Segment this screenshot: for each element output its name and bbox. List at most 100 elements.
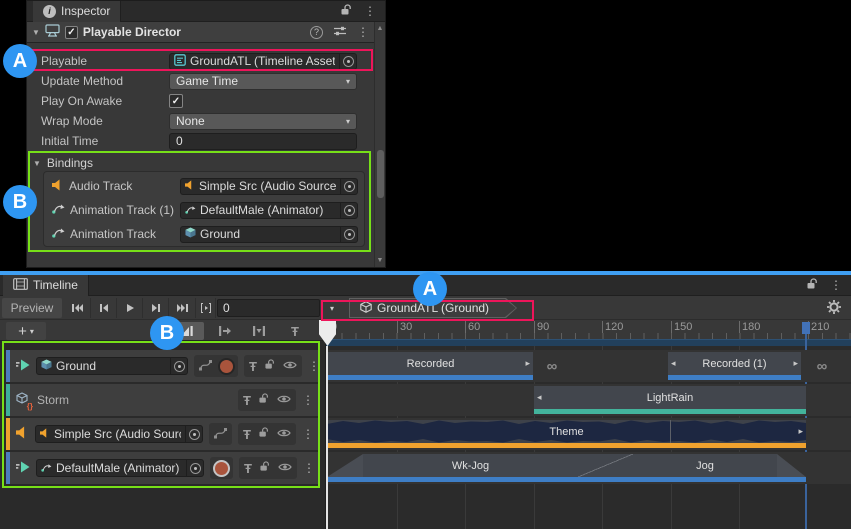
clip-underline	[534, 409, 806, 414]
playhead-line	[326, 346, 328, 529]
lock-icon[interactable]	[259, 427, 269, 441]
pin-icon[interactable]: Ŧ	[243, 428, 251, 441]
scroll-up-icon[interactable]: ▲	[375, 25, 385, 32]
playable-object-field[interactable]: GroundATL (Timeline Asset)	[169, 53, 357, 70]
track-object-field[interactable]: Simple Src (Audio Source)	[35, 425, 203, 443]
pin-icon[interactable]: Ŧ	[244, 462, 252, 475]
kebab-icon[interactable]: ⋮	[308, 359, 320, 373]
chevron-down-icon[interactable]: ▼	[32, 28, 40, 37]
play-on-awake-checkbox[interactable]: ✓	[169, 94, 183, 108]
object-picker-icon[interactable]	[340, 227, 357, 242]
replace-mode-button[interactable]	[244, 322, 274, 340]
info-icon: i	[43, 5, 56, 18]
audio-track-icon	[16, 426, 29, 442]
lock-icon[interactable]	[259, 393, 269, 407]
object-picker-icon[interactable]	[185, 426, 202, 442]
eye-icon[interactable]	[277, 427, 291, 441]
skip-start-button[interactable]	[64, 298, 91, 318]
lock-icon[interactable]	[265, 359, 275, 373]
track-row-audio[interactable]: Simple Src (Audio Source) Ŧ ⋮	[6, 418, 318, 450]
update-method-dropdown[interactable]: Game Time ▾	[169, 73, 357, 90]
clip-wk-jog[interactable]: Wk-Jog	[363, 454, 578, 477]
gear-icon[interactable]	[826, 299, 842, 318]
kebab-icon[interactable]: ⋮	[357, 25, 369, 39]
ripple-mode-button[interactable]	[210, 322, 240, 340]
presets-icon[interactable]	[333, 25, 347, 40]
binding-object-field[interactable]: DefaultMale (Animator)	[180, 202, 358, 219]
clip-jog[interactable]: Jog	[633, 454, 777, 477]
curves-icon[interactable]	[199, 359, 212, 374]
marker-pin-button[interactable]: Ŧ	[282, 322, 308, 340]
prev-frame-button[interactable]	[91, 298, 117, 318]
time-ruler[interactable]: 0 30 60 90 120 150 180 210	[326, 320, 851, 346]
unlock-icon[interactable]	[807, 278, 818, 293]
object-picker-icon[interactable]	[186, 460, 203, 476]
audio-source-icon	[40, 427, 50, 441]
bindings-foldout[interactable]: ▼ Bindings	[27, 154, 357, 172]
kebab-icon[interactable]: ⋮	[303, 461, 315, 475]
bindings-box: Audio Track Simple Src (Audio Source) An…	[43, 171, 365, 247]
track-object-field[interactable]: DefaultMale (Animator)	[36, 459, 204, 477]
track-row-storm[interactable]: {} Storm Ŧ ⋮	[6, 384, 318, 416]
unlock-icon[interactable]	[341, 4, 352, 19]
ruler-tick-label: 210	[808, 321, 829, 333]
curves-icon[interactable]	[214, 427, 227, 442]
track-name: Ground	[56, 359, 166, 373]
kebab-icon[interactable]: ⋮	[302, 427, 314, 441]
clip-recorded-1[interactable]: ◂ Recorded (1) ▸	[668, 352, 801, 380]
scrollbar-thumb[interactable]	[377, 150, 384, 198]
binding-object-field[interactable]: Simple Src (Audio Source)	[180, 178, 358, 195]
object-picker-icon[interactable]	[340, 203, 357, 218]
film-icon	[13, 278, 28, 293]
ruler-tick-label: 120	[602, 321, 623, 333]
clip-lightrain[interactable]: ◂ LightRain	[534, 386, 806, 414]
clip-arrow-right-icon: ▸	[793, 352, 798, 375]
add-track-button[interactable]: + ▾	[6, 322, 46, 340]
tab-inspector[interactable]: i Inspector	[33, 1, 121, 22]
kebab-icon[interactable]: ⋮	[302, 393, 314, 407]
preview-button[interactable]: Preview	[2, 298, 62, 318]
next-frame-button[interactable]	[143, 298, 169, 318]
track-row-ground[interactable]: Ground Ŧ ⋮	[6, 350, 318, 382]
play-button[interactable]	[117, 298, 143, 318]
track-toggle-group: Ŧ	[244, 355, 302, 377]
animator-icon	[41, 461, 52, 475]
eye-icon[interactable]	[283, 359, 297, 373]
record-icon[interactable]	[215, 462, 228, 475]
help-icon[interactable]: ?	[310, 26, 323, 39]
clip-theme[interactable]: Theme ▸	[327, 420, 806, 448]
play-range-button[interactable]	[196, 298, 216, 318]
playable-director-header[interactable]: ▼ ✓ Playable Director ? ⋮	[27, 22, 374, 43]
inspector-scrollbar[interactable]: ▲ ▼	[374, 22, 385, 267]
binding-row: Animation Track (1) DefaultMale (Animato…	[52, 198, 358, 222]
initial-time-input[interactable]: 0	[169, 133, 357, 150]
track-list-panel: + ▾ Ŧ Ground	[0, 320, 326, 529]
clip-recorded[interactable]: Recorded ▸	[328, 352, 533, 380]
kebab-icon[interactable]: ⋮	[830, 278, 842, 292]
track-row-defaultmale[interactable]: DefaultMale (Animator) Ŧ ⋮	[6, 452, 318, 484]
binding-object-field[interactable]: Ground	[180, 226, 358, 243]
clip-crossfade[interactable]	[578, 454, 633, 477]
clip-underline	[327, 443, 806, 448]
track-object-field[interactable]: Ground	[36, 357, 188, 375]
kebab-icon[interactable]: ⋮	[364, 4, 376, 18]
component-enabled-checkbox[interactable]: ✓	[65, 26, 78, 39]
skip-end-button[interactable]	[169, 298, 196, 318]
annotation-badge-b: B	[150, 316, 184, 350]
eye-icon[interactable]	[277, 393, 291, 407]
scroll-down-icon[interactable]: ▼	[375, 257, 385, 264]
object-picker-icon[interactable]	[170, 358, 187, 374]
record-icon[interactable]	[220, 360, 233, 373]
pin-icon[interactable]: Ŧ	[243, 394, 251, 407]
timeline-end-marker[interactable]	[802, 322, 810, 334]
pin-icon[interactable]: Ŧ	[249, 360, 257, 373]
object-picker-icon[interactable]	[339, 54, 356, 69]
track-color-stripe	[6, 350, 10, 382]
lock-icon[interactable]	[260, 461, 270, 475]
wrap-mode-dropdown[interactable]: None ▾	[169, 113, 357, 130]
frame-input[interactable]: 0	[217, 299, 320, 317]
breadcrumb-menu-caret-icon[interactable]: ▾	[330, 304, 334, 313]
eye-icon[interactable]	[278, 461, 292, 475]
tab-timeline[interactable]: Timeline	[3, 275, 89, 296]
object-picker-icon[interactable]	[340, 179, 357, 194]
